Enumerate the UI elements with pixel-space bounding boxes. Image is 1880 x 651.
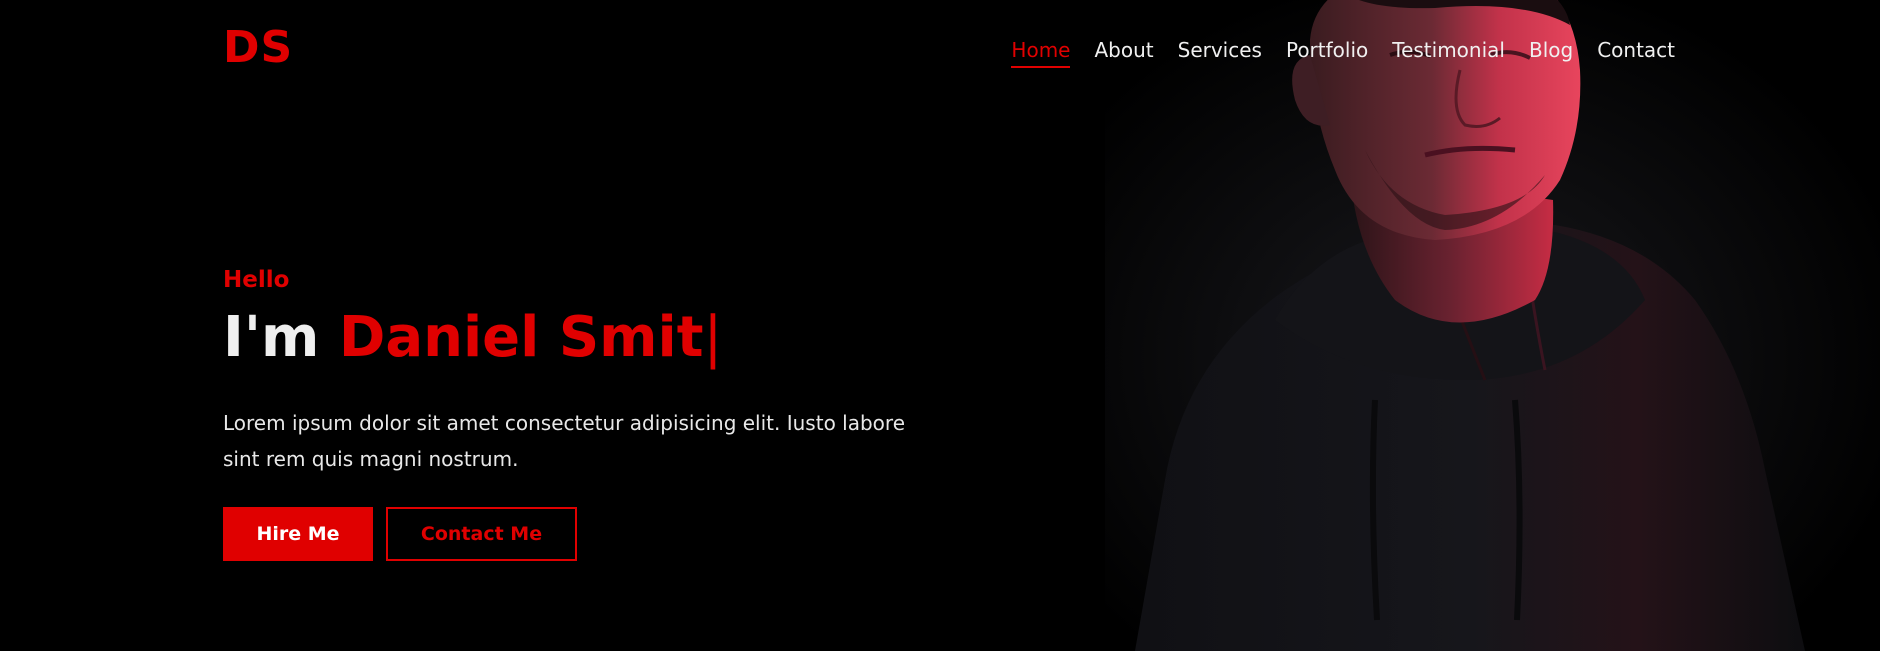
typing-cursor: |: [703, 305, 723, 370]
hero-description: Lorem ipsum dolor sit amet consectetur a…: [223, 411, 905, 471]
hero-actions: Hire Me Contact Me: [223, 507, 577, 561]
nav-link-about[interactable]: About: [1094, 38, 1153, 68]
contact-me-button[interactable]: Contact Me: [386, 507, 577, 561]
main-nav: Home About Services Portfolio Testimonia…: [1011, 38, 1675, 68]
site-logo[interactable]: DS: [223, 26, 293, 70]
hero-title-prefix: I'm: [223, 305, 320, 370]
hero-name: Daniel Smit: [338, 305, 704, 370]
nav-link-portfolio[interactable]: Portfolio: [1286, 38, 1368, 68]
hire-me-button[interactable]: Hire Me: [223, 507, 373, 561]
hero-greeting: Hello: [223, 267, 290, 293]
hero-title: I'm Daniel Smit|: [223, 304, 722, 371]
hero-portrait-image: [1105, 0, 1880, 651]
nav-link-contact[interactable]: Contact: [1597, 38, 1675, 68]
nav-link-home[interactable]: Home: [1011, 38, 1071, 68]
hero-page: DS Home About Services Portfolio Testimo…: [0, 0, 1880, 651]
nav-link-services[interactable]: Services: [1178, 38, 1262, 68]
nav-link-testimonial[interactable]: Testimonial: [1392, 38, 1505, 68]
nav-link-blog[interactable]: Blog: [1529, 38, 1573, 68]
